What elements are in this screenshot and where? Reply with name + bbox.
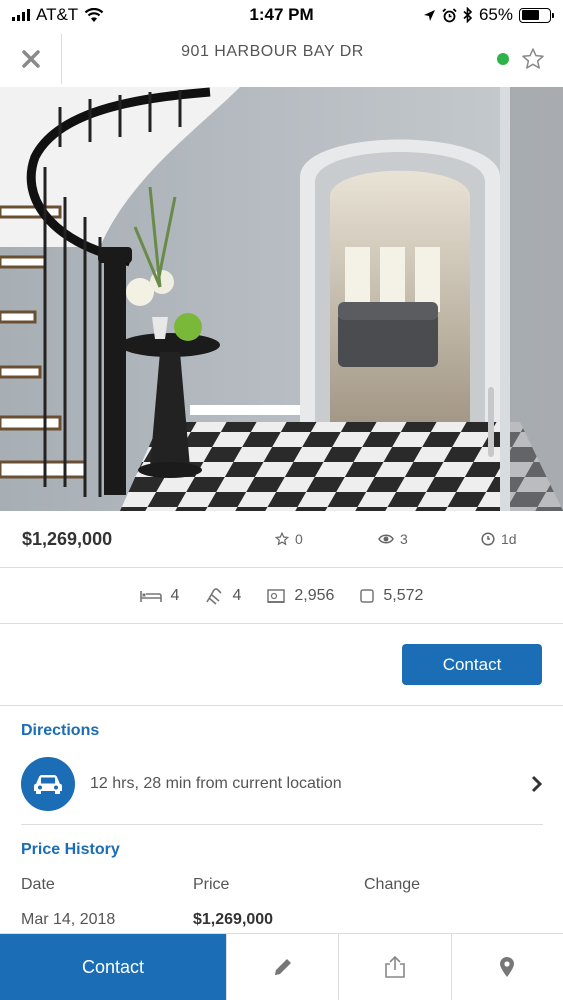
beds-spec: 4 bbox=[139, 586, 180, 605]
chevron-right-icon bbox=[531, 775, 543, 793]
car-icon bbox=[21, 757, 75, 811]
bottom-action-bar: Contact bbox=[0, 933, 563, 1000]
days-on-market: 1d bbox=[501, 531, 517, 547]
favorites-stat: 0 bbox=[275, 531, 303, 547]
contact-section: Contact bbox=[0, 624, 563, 706]
page-title: 901 HARBOUR BAY DR bbox=[181, 42, 364, 60]
share-button[interactable] bbox=[338, 934, 450, 1000]
edit-button[interactable] bbox=[226, 934, 338, 1000]
map-button[interactable] bbox=[450, 934, 563, 1000]
location-arrow-icon bbox=[423, 9, 435, 21]
battery-percent: 65% bbox=[478, 5, 513, 24]
share-icon bbox=[385, 955, 405, 978]
column-change: Change bbox=[364, 876, 421, 893]
column-price: Price bbox=[193, 876, 230, 893]
close-icon bbox=[21, 49, 40, 68]
favorite-star-icon[interactable] bbox=[521, 47, 545, 71]
clock-icon bbox=[481, 532, 495, 546]
listing-stats: $1,269,000 0 3 1d bbox=[0, 511, 563, 568]
column-date: Date bbox=[21, 876, 55, 893]
favorites-count: 0 bbox=[295, 531, 303, 547]
divider bbox=[21, 824, 543, 825]
status-dot bbox=[497, 52, 509, 65]
carrier-label: AT&T bbox=[36, 5, 79, 24]
bed-icon bbox=[139, 590, 162, 602]
bottom-contact-button[interactable]: Contact bbox=[0, 934, 226, 1000]
wifi-icon bbox=[84, 7, 104, 22]
listing-photo[interactable] bbox=[0, 87, 563, 511]
signal-icon bbox=[12, 9, 30, 21]
star-icon bbox=[275, 532, 289, 546]
directions-row[interactable]: 12 hrs, 28 min from current location bbox=[21, 756, 543, 812]
lot-icon bbox=[360, 588, 375, 603]
listing-header: 901 HARBOUR BAY DR bbox=[0, 30, 563, 87]
alarm-icon bbox=[442, 7, 457, 22]
beds-count: 4 bbox=[170, 586, 180, 604]
views-stat: 3 bbox=[378, 531, 408, 547]
directions-text: 12 hrs, 28 min from current location bbox=[90, 775, 342, 792]
map-pin-icon bbox=[500, 957, 515, 977]
contact-button[interactable]: Contact bbox=[402, 644, 542, 685]
listing-specs: 4 4 2,956 5,572 bbox=[0, 568, 563, 624]
history-date: Mar 14, 2018 bbox=[21, 911, 116, 928]
pencil-icon bbox=[274, 959, 291, 975]
close-button[interactable] bbox=[0, 33, 62, 84]
area-icon bbox=[267, 588, 286, 603]
days-on-market-stat: 1d bbox=[481, 531, 517, 547]
bath-icon bbox=[206, 587, 223, 605]
baths-spec: 4 bbox=[205, 587, 241, 605]
eye-icon bbox=[378, 534, 394, 544]
baths-count: 4 bbox=[232, 586, 242, 604]
history-price: $1,269,000 bbox=[193, 911, 274, 928]
battery-icon bbox=[519, 7, 554, 23]
foyer-image bbox=[0, 87, 563, 511]
sqft-spec: 2,956 bbox=[267, 587, 334, 605]
listing-price: $1,269,000 bbox=[22, 528, 113, 549]
status-bar: AT&T 1:47 PM 65% bbox=[0, 0, 563, 30]
lot-spec: 5,572 bbox=[360, 587, 423, 605]
views-count: 3 bbox=[400, 531, 408, 547]
lot-value: 5,572 bbox=[383, 586, 424, 604]
bluetooth-icon bbox=[463, 7, 473, 23]
directions-title: Directions bbox=[21, 722, 100, 739]
sqft-value: 2,956 bbox=[294, 586, 335, 604]
price-history-title: Price History bbox=[21, 841, 120, 858]
